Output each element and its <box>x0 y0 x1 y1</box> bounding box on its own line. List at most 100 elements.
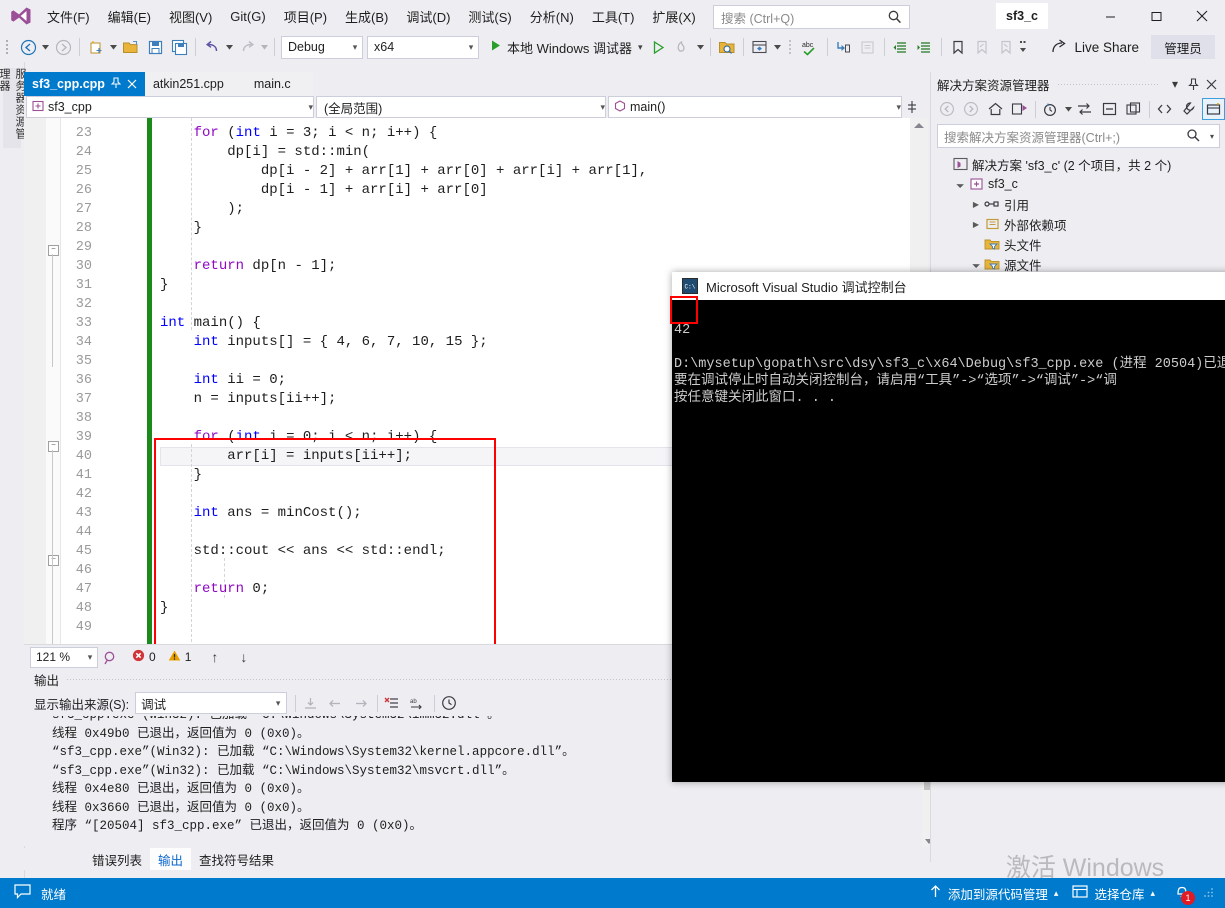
code-line[interactable]: int ii = 0; <box>160 371 286 390</box>
project-scope-combo[interactable]: sf3_cpp ▾ <box>26 96 314 118</box>
menu-debug[interactable]: 调试(D) <box>397 3 459 30</box>
menu-file[interactable]: 文件(F) <box>38 3 99 30</box>
undo-dropdown-icon[interactable] <box>224 36 235 58</box>
navigate-backward-dropdown-icon[interactable] <box>40 36 51 58</box>
close-button[interactable] <box>1179 0 1225 32</box>
properties-icon[interactable] <box>1177 98 1200 120</box>
warning-count-chip[interactable]: 1 <box>168 649 191 665</box>
resize-grip-icon[interactable] <box>1203 886 1217 900</box>
chevron-up-icon[interactable]: ▴ <box>1054 888 1059 899</box>
show-all-files-icon[interactable] <box>1122 98 1145 120</box>
solution-configuration-combo[interactable]: Debug ▾ <box>281 35 363 59</box>
editor-glyph-margin[interactable] <box>24 118 46 644</box>
tree-item[interactable]: ▶ 外部依赖项 <box>931 214 1225 234</box>
notifications-button[interactable]: 1 <box>1171 882 1195 905</box>
solution-explorer-tree[interactable]: 解决方案 'sf3_c' (2 个项目，共 2 个) ◣ sf3_c ▶ 引用 ▶ 外部依赖… <box>931 154 1225 274</box>
show-timestamps-icon[interactable] <box>438 692 460 714</box>
menu-git[interactable]: Git(G) <box>221 5 274 28</box>
code-line[interactable]: return 0; <box>160 580 270 599</box>
pin-icon[interactable] <box>110 76 122 92</box>
code-line[interactable]: int inputs[] = { 4, 6, 7, 10, 15 }; <box>160 333 488 352</box>
menu-extensions[interactable]: 扩展(X) <box>643 3 704 30</box>
collapse-all-icon[interactable] <box>1097 98 1120 120</box>
pending-changes-icon[interactable] <box>1008 98 1031 120</box>
toolbar-grip[interactable] <box>787 38 797 56</box>
code-line[interactable]: n = inputs[ii++]; <box>160 390 337 409</box>
start-debugging-button[interactable]: 本地 Windows 调试器 ▾ <box>485 35 647 59</box>
code-line[interactable]: dp[i] = std::min( <box>160 143 370 162</box>
new-project-icon[interactable] <box>85 36 107 58</box>
menu-tools[interactable]: 工具(T) <box>583 3 644 30</box>
expander-open-icon[interactable]: ◣ <box>952 176 968 192</box>
expander-open-icon[interactable]: ◣ <box>968 256 984 272</box>
bookmark-overflow-icon[interactable] <box>1018 36 1029 58</box>
fold-toggle-icon[interactable]: − <box>48 441 59 452</box>
expander-closed-icon[interactable]: ▶ <box>969 220 983 229</box>
chevron-down-icon[interactable]: ▾ <box>1166 74 1184 94</box>
indent-decrease-icon[interactable] <box>890 36 912 58</box>
solution-platform-combo[interactable]: x64 ▾ <box>367 35 479 59</box>
code-line[interactable]: dp[i - 2] + arr[1] + arr[0] + arr[i] + a… <box>160 162 647 181</box>
menu-edit[interactable]: 编辑(E) <box>99 3 160 30</box>
add-to-source-control-button[interactable]: 添加到源代码管理 ▴ <box>929 884 1059 903</box>
save-all-icon[interactable] <box>168 36 190 58</box>
code-line[interactable]: arr[i] = inputs[ii++]; <box>160 447 412 466</box>
live-share-button[interactable]: Live Share <box>1045 35 1146 59</box>
solution-explorer-search-box[interactable]: 搜索解决方案资源管理器(Ctrl+;) ▾ <box>937 124 1220 148</box>
step-into-icon[interactable] <box>833 36 855 58</box>
pin-icon[interactable] <box>1184 74 1202 94</box>
code-line[interactable]: int ans = minCost(); <box>160 504 362 523</box>
chevron-up-icon[interactable]: ▴ <box>1150 888 1155 899</box>
tree-item[interactable]: 头文件 <box>931 234 1225 254</box>
solution-explorer-dropdown-icon[interactable] <box>772 36 783 58</box>
previous-issue-icon[interactable]: ↑ <box>211 649 218 665</box>
tab-sf3-cpp-cpp[interactable]: sf3_cpp.cpp <box>24 72 145 96</box>
code-line[interactable]: } <box>160 219 202 238</box>
minimize-button[interactable] <box>1087 0 1133 32</box>
fold-toggle-icon[interactable]: − <box>48 245 59 256</box>
menu-analyze[interactable]: 分析(N) <box>521 3 583 30</box>
view-code-icon[interactable] <box>1153 98 1176 120</box>
sidebar-item-server-explorer[interactable]: 服务器资源管理器 <box>0 68 26 148</box>
type-scope-combo[interactable]: (全局范围) ▾ <box>316 96 606 118</box>
code-line[interactable]: std::cout << ans << std::endl; <box>160 542 446 561</box>
tab-output[interactable]: 输出 <box>150 848 192 870</box>
close-icon[interactable] <box>127 77 137 92</box>
navigate-backward-icon[interactable] <box>17 36 39 58</box>
zoom-level-combo[interactable]: 121 % ▾ <box>30 646 98 668</box>
clear-output-icon[interactable] <box>381 692 403 714</box>
tree-item[interactable]: ◣ sf3_c <box>931 174 1225 194</box>
spell-check-icon[interactable]: abc <box>800 36 822 58</box>
chevron-down-icon[interactable] <box>1063 106 1073 112</box>
new-project-dropdown-icon[interactable] <box>108 36 119 58</box>
pending-history-icon[interactable] <box>1039 98 1062 120</box>
tree-item[interactable]: 解决方案 'sf3_c' (2 个项目，共 2 个) <box>931 154 1225 174</box>
tab-atkin251-cpp[interactable]: atkin251.cpp <box>144 72 232 96</box>
select-repository-button[interactable]: 选择仓库 ▴ <box>1072 884 1155 903</box>
menu-test[interactable]: 测试(S) <box>459 3 520 30</box>
menu-project[interactable]: 项目(P) <box>275 3 336 30</box>
scroll-up-icon[interactable] <box>913 120 925 130</box>
code-line[interactable]: } <box>160 276 168 295</box>
sync-with-active-document-icon[interactable] <box>1073 98 1096 120</box>
code-line[interactable]: ); <box>160 200 244 219</box>
solution-explorer-icon[interactable] <box>749 36 771 58</box>
toggle-bookmark-icon[interactable] <box>947 36 969 58</box>
output-source-combo[interactable]: 调试 ▾ <box>135 692 288 714</box>
code-line[interactable]: for (int i = 0; i < n; i++) { <box>160 428 438 447</box>
menu-view[interactable]: 视图(V) <box>160 3 221 30</box>
expander-closed-icon[interactable]: ▶ <box>969 200 983 209</box>
indent-increase-icon[interactable] <box>914 36 936 58</box>
fold-toggle-icon[interactable]: − <box>48 555 59 566</box>
tab-main-c[interactable]: main.c <box>231 72 313 96</box>
error-count-chip[interactable]: 0 <box>132 649 156 665</box>
tree-item[interactable]: ▶ 引用 <box>931 194 1225 214</box>
next-issue-icon[interactable]: ↓ <box>240 649 247 665</box>
code-line[interactable]: } <box>160 466 202 485</box>
tree-item[interactable]: ◣ 源文件 <box>931 254 1225 274</box>
console-output-text[interactable]: 42 D:\mysetup\gopath\src\dsy\sf3_c\x64\De… <box>672 300 1225 782</box>
tab-error-list[interactable]: 错误列表 <box>84 848 150 870</box>
code-line[interactable]: return dp[n - 1]; <box>160 257 337 276</box>
preview-selected-items-icon[interactable] <box>1201 98 1225 120</box>
menu-build[interactable]: 生成(B) <box>336 3 397 30</box>
